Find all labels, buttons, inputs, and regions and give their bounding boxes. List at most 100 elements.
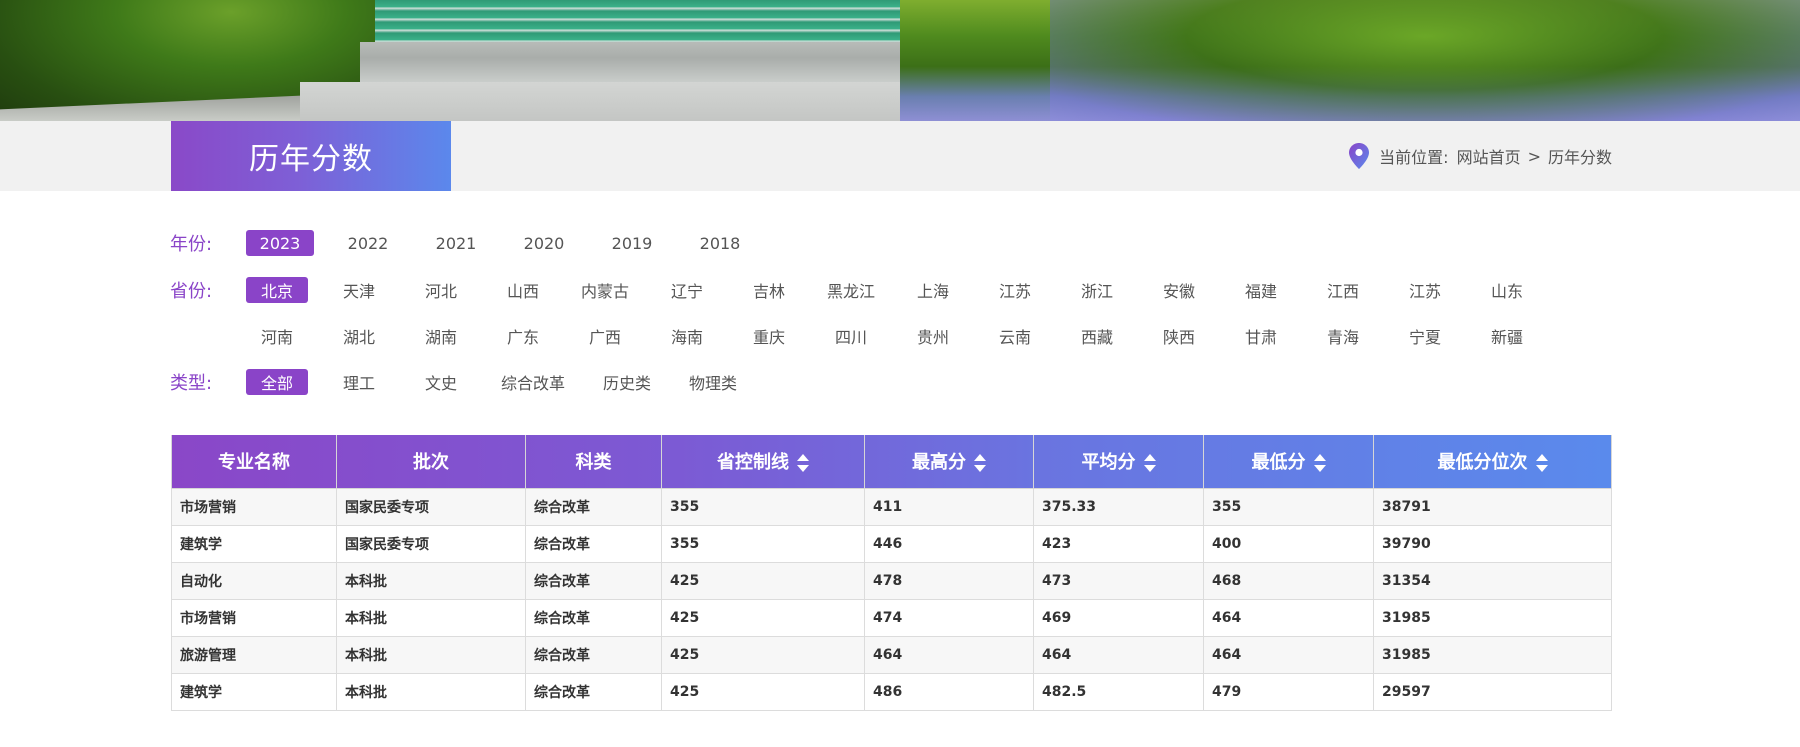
cell-control-line: 355: [661, 487, 865, 526]
cell-average: 482.5: [1033, 672, 1204, 711]
year-option[interactable]: 2021: [422, 230, 490, 256]
province-option[interactable]: 西藏: [1066, 323, 1128, 349]
province-filter-row-2: 河南 湖北 湖南 广东 广西 海南 重庆 四川 贵州 云南 西藏 陕西 甘肃 青…: [170, 323, 1558, 349]
column-header-lowest-rank[interactable]: 最低分位次: [1373, 435, 1612, 489]
breadcrumb-home-link[interactable]: 网站首页: [1457, 144, 1521, 168]
province-option[interactable]: 山西: [492, 277, 554, 303]
cell-major: 建筑学: [171, 524, 337, 563]
breadcrumb: 当前位置: 网站首页 > 历年分数: [1349, 121, 1612, 191]
page-title: 历年分数: [171, 121, 451, 191]
year-option[interactable]: 2019: [598, 230, 666, 256]
province-option[interactable]: 甘肃: [1230, 323, 1292, 349]
cell-lowest: 355: [1203, 487, 1374, 526]
type-option[interactable]: 文史: [410, 369, 472, 395]
province-option[interactable]: 河南: [246, 323, 308, 349]
cell-category: 综合改革: [525, 598, 662, 637]
cell-major: 自动化: [171, 561, 337, 600]
cell-batch: 本科批: [336, 635, 526, 674]
cell-lowest-rank: 38791: [1373, 487, 1612, 526]
province-option[interactable]: 福建: [1230, 277, 1292, 303]
type-option[interactable]: 理工: [328, 369, 390, 395]
cell-lowest: 464: [1203, 598, 1374, 637]
province-filter-label: 省份:: [170, 281, 213, 302]
breadcrumb-current: 历年分数: [1547, 148, 1612, 167]
province-option[interactable]: 内蒙古: [574, 277, 636, 303]
year-filter-label: 年份:: [170, 234, 213, 255]
type-option[interactable]: 历史类: [594, 369, 660, 395]
cell-lowest: 400: [1203, 524, 1374, 563]
cell-major: 旅游管理: [171, 635, 337, 674]
sort-icon[interactable]: [1143, 454, 1156, 473]
sort-icon[interactable]: [797, 454, 809, 473]
score-table-container: 专业名称 批次 科类 省控制线 最高分 平均分 最低分 最低分位次 市场营销 国…: [171, 435, 1612, 711]
province-option[interactable]: 湖南: [410, 323, 472, 349]
type-option[interactable]: 综合改革: [492, 369, 574, 395]
table-header-row: 专业名称 批次 科类 省控制线 最高分 平均分 最低分 最低分位次: [171, 435, 1612, 489]
cell-major: 市场营销: [171, 487, 337, 526]
province-option[interactable]: 广西: [574, 323, 636, 349]
column-header-control-line[interactable]: 省控制线: [661, 435, 865, 489]
sort-icon[interactable]: [1313, 454, 1326, 473]
province-option[interactable]: 上海: [902, 277, 964, 303]
province-filter: 省份: 北京 天津 河北 山西 内蒙古 辽宁 吉林 黑龙江 上海 江苏 浙江 安…: [170, 277, 1558, 303]
cell-lowest-rank: 31354: [1373, 561, 1612, 600]
cell-batch: 本科批: [336, 672, 526, 711]
province-option[interactable]: 北京: [246, 277, 308, 303]
province-option[interactable]: 吉林: [738, 277, 800, 303]
type-option[interactable]: 全部: [246, 369, 308, 395]
sort-icon[interactable]: [974, 454, 986, 473]
cell-lowest: 479: [1203, 672, 1374, 711]
year-option[interactable]: 2020: [510, 230, 578, 256]
type-filter: 类型: 全部 理工 文史 综合改革 历史类 物理类: [170, 369, 766, 395]
table-row: 建筑学 国家民委专项 综合改革 355 446 423 400 39790: [171, 524, 1612, 563]
province-option[interactable]: 江西: [1312, 277, 1374, 303]
column-header-average-score[interactable]: 平均分: [1033, 435, 1204, 489]
cell-lowest: 468: [1203, 561, 1374, 600]
cell-lowest-rank: 31985: [1373, 598, 1612, 637]
table-row: 自动化 本科批 综合改革 425 478 473 468 31354: [171, 561, 1612, 600]
type-option[interactable]: 物理类: [680, 369, 746, 395]
cell-major: 市场营销: [171, 598, 337, 637]
cell-lowest-rank: 39790: [1373, 524, 1612, 563]
year-option[interactable]: 2023: [246, 230, 314, 256]
province-option[interactable]: 江苏: [1394, 277, 1456, 303]
province-option[interactable]: 黑龙江: [820, 277, 882, 303]
cell-batch: 本科批: [336, 561, 526, 600]
cell-category: 综合改革: [525, 672, 662, 711]
province-option[interactable]: 辽宁: [656, 277, 718, 303]
province-option[interactable]: 山东: [1476, 277, 1538, 303]
province-option[interactable]: 新疆: [1476, 323, 1538, 349]
province-option[interactable]: 安徽: [1148, 277, 1210, 303]
province-option[interactable]: 天津: [328, 277, 390, 303]
province-option[interactable]: 浙江: [1066, 277, 1128, 303]
province-option[interactable]: 宁夏: [1394, 323, 1456, 349]
province-option[interactable]: 重庆: [738, 323, 800, 349]
column-header-lowest-score[interactable]: 最低分: [1203, 435, 1374, 489]
breadcrumb-separator: >: [1527, 146, 1541, 166]
cell-batch: 本科批: [336, 598, 526, 637]
province-option[interactable]: 湖北: [328, 323, 390, 349]
year-option[interactable]: 2022: [334, 230, 402, 256]
year-option[interactable]: 2018: [686, 230, 754, 256]
province-option[interactable]: 青海: [1312, 323, 1374, 349]
score-table: 专业名称 批次 科类 省控制线 最高分 平均分 最低分 最低分位次 市场营销 国…: [171, 435, 1612, 711]
cell-average: 375.33: [1033, 487, 1204, 526]
cell-category: 综合改革: [525, 561, 662, 600]
province-option[interactable]: 河北: [410, 277, 472, 303]
cell-highest: 446: [864, 524, 1034, 563]
cell-lowest-rank: 29597: [1373, 672, 1612, 711]
cell-average: 423: [1033, 524, 1204, 563]
province-option[interactable]: 云南: [984, 323, 1046, 349]
cell-control-line: 355: [661, 524, 865, 563]
table-row: 建筑学 本科批 综合改革 425 486 482.5 479 29597: [171, 672, 1612, 711]
province-option[interactable]: 陕西: [1148, 323, 1210, 349]
sort-icon[interactable]: [1535, 454, 1548, 473]
province-option[interactable]: 贵州: [902, 323, 964, 349]
province-option[interactable]: 广东: [492, 323, 554, 349]
province-option[interactable]: 海南: [656, 323, 718, 349]
column-header-highest-score[interactable]: 最高分: [864, 435, 1034, 489]
province-option[interactable]: 四川: [820, 323, 882, 349]
cell-major: 建筑学: [171, 672, 337, 711]
cell-batch: 国家民委专项: [336, 487, 526, 526]
province-option[interactable]: 江苏: [984, 277, 1046, 303]
